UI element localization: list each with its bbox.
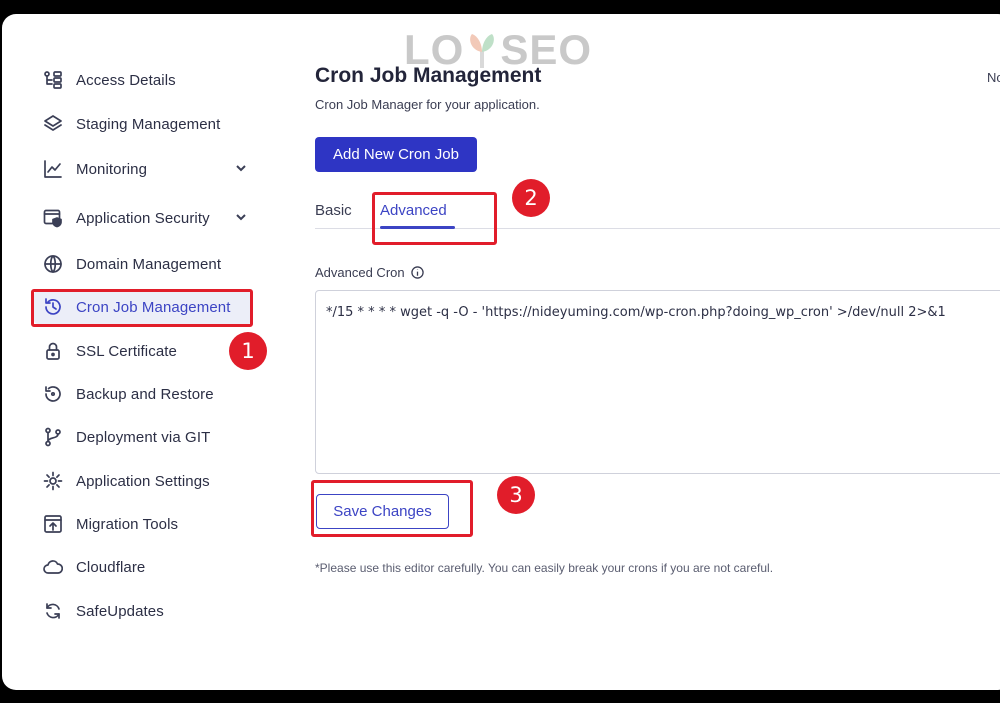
sidebar-item-backup-and-restore[interactable]: Backup and Restore xyxy=(42,382,214,406)
sidebar-item-label: SSL Certificate xyxy=(76,342,177,360)
layers-icon xyxy=(42,113,64,135)
sidebar-item-monitoring[interactable]: Monitoring xyxy=(42,157,252,181)
sidebar-item-label: Application Settings xyxy=(76,472,210,490)
annotation-badge-1: 1 xyxy=(229,332,267,370)
sidebar-item-label: Domain Management xyxy=(76,255,222,273)
sidebar-item-application-settings[interactable]: Application Settings xyxy=(42,469,210,493)
sidebar-item-staging-management[interactable]: Staging Management xyxy=(42,112,220,136)
annotation-box-3 xyxy=(311,480,473,537)
page-title: Cron Job Management xyxy=(315,64,542,87)
chevron-down-icon[interactable] xyxy=(234,210,250,226)
annotation-badge-3: 3 xyxy=(497,476,535,514)
chevron-down-icon[interactable] xyxy=(234,161,250,177)
sidebar-item-label: Application Security xyxy=(76,209,210,227)
editor-warning-note: *Please use this editor carefully. You c… xyxy=(315,561,774,575)
www-globe-icon xyxy=(42,253,64,275)
sidebar-item-safeupdates[interactable]: SafeUpdates xyxy=(42,599,164,623)
access-details-icon xyxy=(42,69,64,91)
sidebar-item-domain-management[interactable]: Domain Management xyxy=(42,252,221,276)
advanced-cron-label: Advanced Cron xyxy=(315,265,424,280)
gear-icon xyxy=(42,470,64,492)
refresh-icon xyxy=(42,600,64,622)
advanced-cron-label-text: Advanced Cron xyxy=(315,265,405,280)
sidebar-item-access-details[interactable]: Access Details xyxy=(42,68,176,92)
chart-line-icon xyxy=(42,158,64,180)
sidebar-item-deployment-via-git[interactable]: Deployment via GIT xyxy=(42,425,210,449)
sidebar-item-label: SafeUpdates xyxy=(76,602,164,620)
tab-basic[interactable]: Basic xyxy=(315,202,352,219)
sidebar-item-label: Monitoring xyxy=(76,160,148,178)
sidebar-item-application-security[interactable]: Application Security xyxy=(42,206,252,230)
sidebar-item-label: Deployment via GIT xyxy=(76,428,211,446)
sidebar-item-label: Cloudflare xyxy=(76,558,146,576)
annotation-badge-2: 2 xyxy=(512,179,550,217)
sidebar-item-label: Backup and Restore xyxy=(76,385,214,403)
sidebar-item-label: Migration Tools xyxy=(76,515,179,533)
restore-icon xyxy=(42,383,64,405)
git-branch-icon xyxy=(42,426,64,448)
sidebar-item-label: Staging Management xyxy=(76,115,221,133)
app-panel: LO SEO Access Details Staging Management… xyxy=(2,14,1000,690)
advanced-cron-editor[interactable]: */15 * * * * wget -q -O - 'https://nidey… xyxy=(315,290,1000,474)
cloud-icon xyxy=(42,556,64,578)
annotation-box-2 xyxy=(372,192,497,245)
cron-editor-text: */15 * * * * wget -q -O - 'https://nidey… xyxy=(326,305,946,320)
annotation-box-1 xyxy=(31,289,253,327)
page-subtitle: Cron Job Manager for your application. xyxy=(315,97,540,112)
header-truncated-text: No xyxy=(987,70,1000,85)
migration-icon xyxy=(42,513,64,535)
sidebar-item-ssl-certificate[interactable]: SSL Certificate xyxy=(42,339,177,363)
info-icon[interactable] xyxy=(410,266,424,279)
shield-window-icon xyxy=(42,207,64,229)
sidebar-item-cloudflare[interactable]: Cloudflare xyxy=(42,555,145,579)
sidebar-item-migration-tools[interactable]: Migration Tools xyxy=(42,512,178,536)
add-new-cron-job-button[interactable]: Add New Cron Job xyxy=(315,137,477,172)
sidebar-item-label: Access Details xyxy=(76,71,176,89)
lock-icon xyxy=(42,340,64,362)
